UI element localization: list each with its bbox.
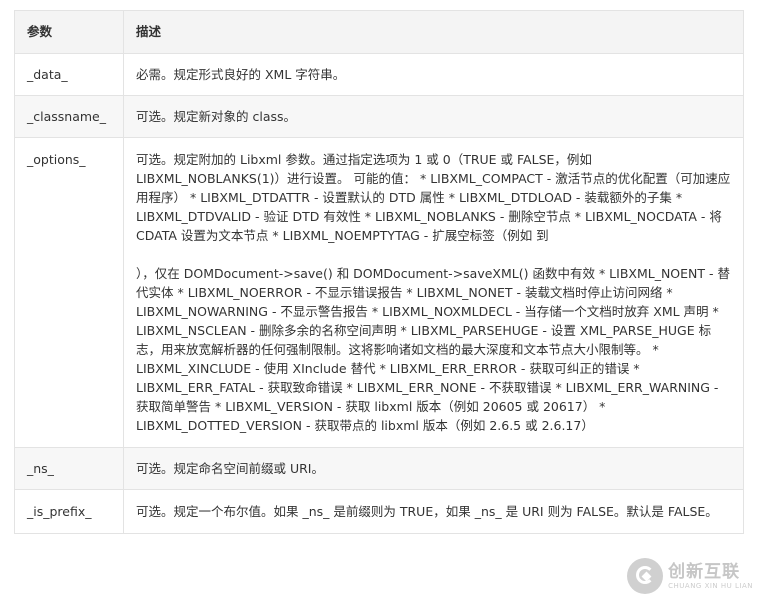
description-text: 可选。规定附加的 Libxml 参数。通过指定选项为 1 或 0（TRUE 或 … xyxy=(136,152,731,243)
table-row: _data_ 必需。规定形式良好的 XML 字符串。 xyxy=(14,53,744,96)
param-name: _ns_ xyxy=(14,447,124,490)
table-row: _is_prefix_ 可选。规定一个布尔值。如果 _ns_ 是前缀则为 TRU… xyxy=(14,489,744,534)
param-description: 可选。规定一个布尔值。如果 _ns_ 是前缀则为 TRUE，如果 _ns_ 是 … xyxy=(123,489,744,534)
table-row: _options_ 可选。规定附加的 Libxml 参数。通过指定选项为 1 或… xyxy=(14,137,744,448)
table-row: _ns_ 可选。规定命名空间前缀或 URI。 xyxy=(14,447,744,490)
table-row: _classname_ 可选。规定新对象的 class。 xyxy=(14,95,744,138)
param-name: _classname_ xyxy=(14,95,124,138)
param-name: _is_prefix_ xyxy=(14,489,124,534)
description-text: 可选。规定一个布尔值。如果 _ns_ 是前缀则为 TRUE，如果 _ns_ 是 … xyxy=(136,504,718,519)
watermark-brand-cn: 创新互联 xyxy=(668,561,741,582)
description-text: 可选。规定新对象的 class。 xyxy=(136,109,297,124)
param-description: 可选。规定命名空间前缀或 URI。 xyxy=(123,447,744,490)
watermark: 创新互联 CHUANG XIN HU LIAN xyxy=(627,558,753,594)
param-name: _options_ xyxy=(14,137,124,448)
table-header-row: 参数 描述 xyxy=(14,10,744,54)
watermark-brand-en: CHUANG XIN HU LIAN xyxy=(668,581,753,590)
description-text: ），仅在 DOMDocument->save() 和 DOMDocument->… xyxy=(136,266,730,433)
header-description: 描述 xyxy=(123,10,744,54)
param-name: _data_ xyxy=(14,53,124,96)
description-text: 可选。规定命名空间前缀或 URI。 xyxy=(136,461,324,476)
header-param: 参数 xyxy=(14,10,124,54)
watermark-text: 创新互联 CHUANG XIN HU LIAN xyxy=(668,562,753,591)
param-description: 可选。规定新对象的 class。 xyxy=(123,95,744,138)
parameters-table: 参数 描述 _data_ 必需。规定形式良好的 XML 字符串。 _classn… xyxy=(14,10,744,534)
param-description: 可选。规定附加的 Libxml 参数。通过指定选项为 1 或 0（TRUE 或 … xyxy=(123,137,744,448)
brand-logo-icon xyxy=(627,558,664,594)
description-text: 必需。规定形式良好的 XML 字符串。 xyxy=(136,67,346,82)
param-description: 必需。规定形式良好的 XML 字符串。 xyxy=(123,53,744,96)
